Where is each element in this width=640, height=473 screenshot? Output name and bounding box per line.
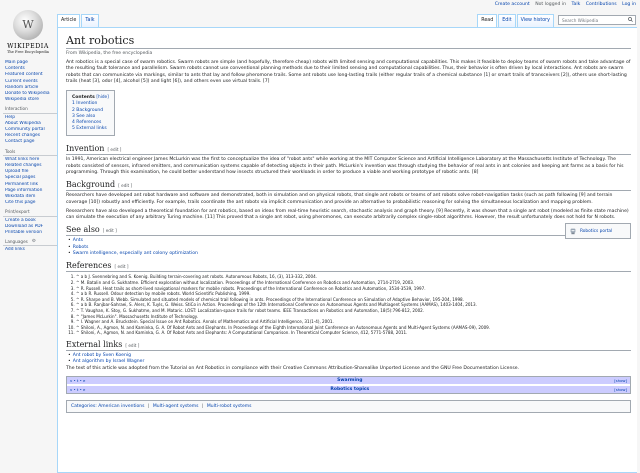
categories-label[interactable]: Categories: <box>71 404 97 409</box>
namespace-tabs: Article Talk <box>57 14 100 27</box>
edit-section-references[interactable]: [ edit ] <box>114 264 128 269</box>
sidebar-item-cite-this-page[interactable]: Cite this page <box>5 200 57 206</box>
edit-section-invention[interactable]: [ edit ] <box>107 147 121 152</box>
contributions-link[interactable]: Contributions <box>586 2 617 7</box>
personal-tools: Create account Not logged in Talk Contri… <box>491 2 636 7</box>
not-logged-in-text: Not logged in <box>535 2 567 7</box>
log-in-link[interactable]: Log in <box>622 2 636 7</box>
category-separator: | <box>147 403 150 409</box>
category-multi-agent-systems[interactable]: Multi-agent systems <box>153 404 199 409</box>
talk-link[interactable]: Talk <box>571 2 580 7</box>
search-input[interactable]: Search Wikipedia <box>558 15 636 25</box>
edit-section-background[interactable]: [ edit ] <box>118 183 132 188</box>
view-tabs: Read Edit View history Search Wikipedia <box>477 14 636 27</box>
article-content: Ant robotics From Wikipedia, the free en… <box>57 27 637 473</box>
section-heading-references: References [ edit ] <box>66 261 631 273</box>
tab-edit[interactable]: Edit <box>498 14 516 27</box>
edit-section-see-also[interactable]: [ edit ] <box>103 228 117 233</box>
languages-label: Languages <box>5 239 28 245</box>
category-separator: | <box>201 403 204 409</box>
tab-talk[interactable]: Talk <box>81 14 99 27</box>
license-note: The text of this article was adopted fro… <box>66 365 520 371</box>
toc-hide-toggle[interactable]: [hide] <box>96 94 108 99</box>
category-multi-robot-systems[interactable]: Multi-robot systems <box>207 404 252 409</box>
navbox-show-toggle[interactable]: [show] <box>614 378 627 383</box>
external-links-heading-text: External links <box>66 339 123 349</box>
section-heading-external-links: External links [ edit ] <box>66 340 631 351</box>
section-heading-invention: Invention [ edit ] <box>66 144 631 156</box>
references-heading-text: References <box>66 261 112 271</box>
sidebar-print-header: Print/export <box>3 209 57 217</box>
section-heading-see-also: See also [ edit ] <box>66 225 631 237</box>
sidebar-tools: Tools What links here Related changes Up… <box>3 149 57 207</box>
category-american-inventions[interactable]: American inventions <box>98 404 144 409</box>
puzzle-globe-icon <box>13 10 43 40</box>
background-heading-text: Background <box>66 180 116 190</box>
category-links: Categories: American inventions | Multi-… <box>66 399 631 413</box>
sidebar-item-contact[interactable]: Contact page <box>5 139 57 145</box>
page-title: Ant robotics <box>66 34 631 49</box>
gear-icon[interactable]: ⚙ <box>32 239 36 245</box>
toc-heading: Contents <box>72 95 95 101</box>
robotics-portal-box[interactable]: Robotics portal <box>565 223 631 240</box>
navbox: v • t • e Swarming [show] v • t • e Robo… <box>66 375 631 394</box>
lead-paragraph: Ant robotics is a special case of swarm … <box>66 60 631 84</box>
search-icon[interactable] <box>628 17 633 22</box>
sidebar: Main page Contents Featured content Curr… <box>3 60 57 257</box>
toc-item-external-links[interactable]: 5 External links <box>72 126 109 132</box>
navbox-row-swarming[interactable]: v • t • e Swarming [show] <box>67 376 630 384</box>
references-list: ^ a b J. Svennebring and S. Koenig. Buil… <box>76 274 631 336</box>
background-paragraph-2: Researchers have also developed a theore… <box>66 208 629 221</box>
sidebar-interaction-header: Interaction <box>3 106 57 114</box>
see-also-list: Ants Robots Swarm intelligence, especial… <box>72 238 631 257</box>
site-subtitle: From Wikipedia, the free encyclopedia <box>66 51 153 56</box>
see-also-section: See also [ edit ] Robotics portal Ants R… <box>66 223 631 257</box>
navbox-vte-links[interactable]: v • t • e <box>70 378 85 383</box>
sidebar-item-store[interactable]: Wikipedia store <box>5 97 57 103</box>
navbox-show-toggle[interactable]: [show] <box>614 387 627 392</box>
see-also-item-swarm-intelligence[interactable]: Swarm intelligence, especially ant colon… <box>72 251 631 257</box>
tab-article[interactable]: Article <box>57 14 81 27</box>
wikipedia-logo[interactable]: WIKIPEDIA The Free Encyclopedia <box>4 10 52 54</box>
sidebar-languages-header: Languages ⚙ <box>3 239 57 247</box>
sidebar-item-add-links[interactable]: Add links <box>5 247 57 253</box>
sidebar-tools-header: Tools <box>3 149 57 156</box>
reference-item: ^ Shiloni, A., Agmon, N. and Kaminka, G.… <box>76 330 631 336</box>
navbox-title-swarming[interactable]: Swarming <box>337 378 362 383</box>
see-also-heading-text: See also <box>66 225 100 235</box>
section-heading-background: Background [ edit ] <box>66 180 631 192</box>
logo-tagline: The Free Encyclopedia <box>7 50 49 54</box>
invention-paragraph: In 1991, American electrical engineer Ja… <box>66 157 624 175</box>
external-links-list: Ant robot by Sven Koenig Ant algorithm b… <box>72 353 631 366</box>
tab-view-history[interactable]: View history <box>516 14 554 27</box>
sidebar-navigation: Main page Contents Featured content Curr… <box>5 60 57 103</box>
robot-icon <box>570 229 576 235</box>
sidebar-item-printable-version[interactable]: Printable version <box>5 230 57 236</box>
create-account-link[interactable]: Create account <box>495 2 530 7</box>
sidebar-languages: Languages ⚙ Add links <box>3 239 57 253</box>
tab-read[interactable]: Read <box>477 14 498 27</box>
navbox-vte-links[interactable]: v • t • e <box>70 387 85 392</box>
sidebar-interaction: Interaction Help About Wikipedia Communi… <box>3 106 57 145</box>
navbox-title-robotics-topics[interactable]: Robotics topics <box>330 387 369 392</box>
logo-wordmark: WIKIPEDIA <box>7 43 49 50</box>
background-paragraph-1: Researchers have developed ant robot har… <box>66 193 613 205</box>
search-placeholder: Search Wikipedia <box>562 18 599 23</box>
edit-section-external-links[interactable]: [ edit ] <box>125 343 139 348</box>
table-of-contents: Contents [hide] 1 Invention 2 Background… <box>66 90 115 137</box>
navbox-row-robotics-topics[interactable]: v • t • e Robotics topics [show] <box>67 383 630 393</box>
sidebar-print-export: Print/export Create a book Download as P… <box>3 209 57 236</box>
robotics-portal-link[interactable]: Robotics portal <box>580 229 612 234</box>
invention-heading-text: Invention <box>66 144 105 154</box>
